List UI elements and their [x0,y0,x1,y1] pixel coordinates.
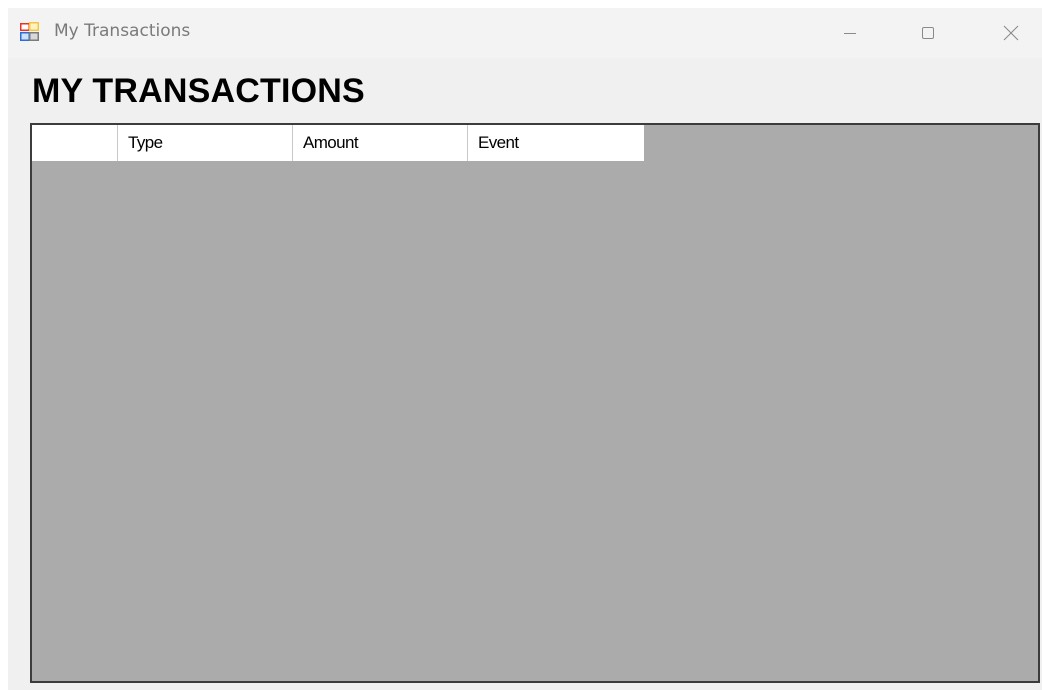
maximize-button[interactable] [905,8,951,58]
close-button[interactable] [988,8,1034,58]
minimize-button[interactable] [827,8,873,58]
close-icon [1003,25,1019,41]
windows-form-app-icon [20,22,40,42]
column-header-event[interactable]: Event [468,125,644,161]
column-header-type[interactable]: Type [118,125,293,161]
app-window: My Transactions MY TRANSACTIONS Type Amo… [8,8,1042,690]
maximize-icon [922,27,934,39]
page-title: MY TRANSACTIONS [32,72,365,110]
minimize-icon [844,33,856,34]
transactions-grid[interactable]: Type Amount Event [30,123,1040,683]
column-header-amount[interactable]: Amount [293,125,468,161]
grid-header-row: Type Amount Event [32,125,644,161]
title-bar[interactable]: My Transactions [8,8,1042,58]
window-title: My Transactions [54,21,191,41]
row-header-corner[interactable] [32,125,118,161]
